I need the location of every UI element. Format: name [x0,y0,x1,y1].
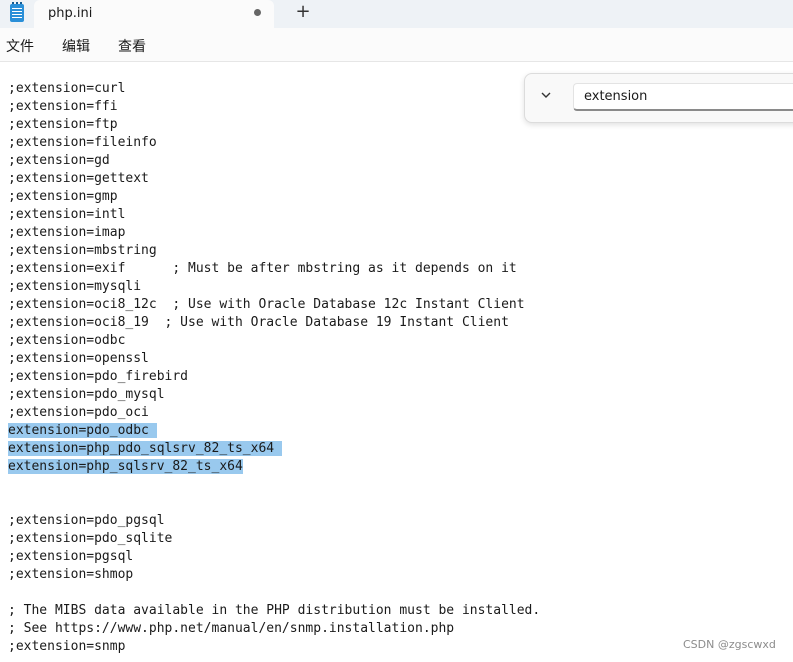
selected-line-text: extension=php_pdo_sqlsrv_82_ts_x64 [8,441,282,456]
line-text: ;extension=oci8_12c ; Use with Oracle Da… [8,297,525,312]
line-text: ;extension=curl [8,81,126,96]
editor-line[interactable]: ;extension=snmp [8,638,540,656]
line-text: ;extension=gettext [8,171,149,186]
editor-line[interactable]: ;extension=odbc [8,332,540,350]
line-text: ;extension=pdo_firebird [8,369,189,384]
line-text: ;extension=pdo_mysql [8,387,165,402]
line-text: ;extension=odbc [8,333,126,348]
editor-line[interactable]: ;extension=pdo_pgsql [8,512,540,530]
notepad-icon [10,2,24,22]
editor-line[interactable]: ;extension=exif ; Must be after mbstring… [8,260,540,278]
chevron-down-icon[interactable] [541,90,551,100]
menu-bar: 文件 编辑 查看 [0,28,793,62]
editor-line[interactable]: ;extension=oci8_19 ; Use with Oracle Dat… [8,314,540,332]
line-text: ;extension=gmp [8,189,118,204]
text-editor[interactable]: ;extension=curl ;extension=ffi ;extension=… [0,62,793,662]
editor-line[interactable]: ;extension=pdo_firebird [8,368,540,386]
editor-line[interactable]: extension=php_sqlsrv_82_ts_x64 [8,458,540,476]
line-text: ;extension=mbstring [8,243,157,258]
selected-line-text: extension=php_sqlsrv_82_ts_x64 [8,459,243,474]
find-panel [524,73,793,123]
editor-line[interactable]: ;extension=mysqli [8,278,540,296]
menu-view[interactable]: 查看 [118,36,146,56]
line-text: ; The MIBS data available in the PHP dis… [8,603,541,618]
editor-line[interactable]: ;extension=mbstring [8,242,540,260]
editor-line[interactable]: ; The MIBS data available in the PHP dis… [8,602,540,620]
editor-line[interactable]: ;extension=shmop [8,566,540,584]
editor-line[interactable]: ;extension=intl [8,206,540,224]
watermark: CSDN @zgscwxd [683,638,776,651]
line-text: ;extension=pdo_pgsql [8,513,165,528]
editor-content[interactable]: ;extension=curl ;extension=ffi ;extension=… [8,80,540,656]
unsaved-dot-icon[interactable] [254,9,261,16]
line-text: ;extension=pgsql [8,549,134,564]
line-text: ;extension=pdo_sqlite [8,531,173,546]
editor-line[interactable]: extension=php_pdo_sqlsrv_82_ts_x64 [8,440,540,458]
editor-line[interactable]: extension=pdo_odbc [8,422,540,440]
editor-line[interactable]: ;extension=gmp [8,188,540,206]
line-text: ;extension=fileinfo [8,135,157,150]
editor-line[interactable]: ;extension=pgsql [8,548,540,566]
line-text: ;extension=pdo_oci [8,405,149,420]
editor-line[interactable] [8,584,540,602]
editor-line[interactable]: ;extension=pdo_mysql [8,386,540,404]
new-tab-button[interactable]: + [293,2,313,22]
line-text: ;extension=imap [8,225,126,240]
editor-line[interactable]: ;extension=pdo_oci [8,404,540,422]
menu-edit[interactable]: 编辑 [62,36,90,56]
editor-line[interactable]: ; See https://www.php.net/manual/en/snmp… [8,620,540,638]
editor-line[interactable]: ;extension=curl [8,80,540,98]
line-text: ;extension=exif ; Must be after mbstring… [8,261,517,276]
line-text: ; See https://www.php.net/manual/en/snmp… [8,621,455,636]
line-text: ;extension=ftp [8,117,118,132]
tab-title: php.ini [48,6,93,21]
line-text: ;extension=snmp [8,639,126,654]
selected-line-text: extension=pdo_odbc [8,423,157,438]
line-text: ;extension=mysqli [8,279,142,294]
editor-line[interactable]: ;extension=imap [8,224,540,242]
line-text: ;extension=openssl [8,351,149,366]
editor-line[interactable]: ;extension=pdo_sqlite [8,530,540,548]
line-text: ;extension=gd [8,153,110,168]
line-text: ;extension=ffi [8,99,118,114]
tab-php-ini[interactable]: php.ini [34,0,274,28]
editor-line[interactable]: ;extension=ftp [8,116,540,134]
find-input[interactable] [573,83,793,111]
editor-line[interactable]: ;extension=ffi [8,98,540,116]
editor-line[interactable] [8,476,540,494]
editor-line[interactable] [8,494,540,512]
line-text: ;extension=oci8_19 ; Use with Oracle Dat… [8,315,509,330]
editor-line[interactable]: ;extension=oci8_12c ; Use with Oracle Da… [8,296,540,314]
editor-line[interactable]: ;extension=openssl [8,350,540,368]
editor-line[interactable]: ;extension=gd [8,152,540,170]
editor-line[interactable]: ;extension=fileinfo [8,134,540,152]
line-text: ;extension=shmop [8,567,134,582]
menu-file[interactable]: 文件 [6,36,34,56]
line-text: ;extension=intl [8,207,126,222]
editor-line[interactable]: ;extension=gettext [8,170,540,188]
title-bar: php.ini + [0,0,793,28]
